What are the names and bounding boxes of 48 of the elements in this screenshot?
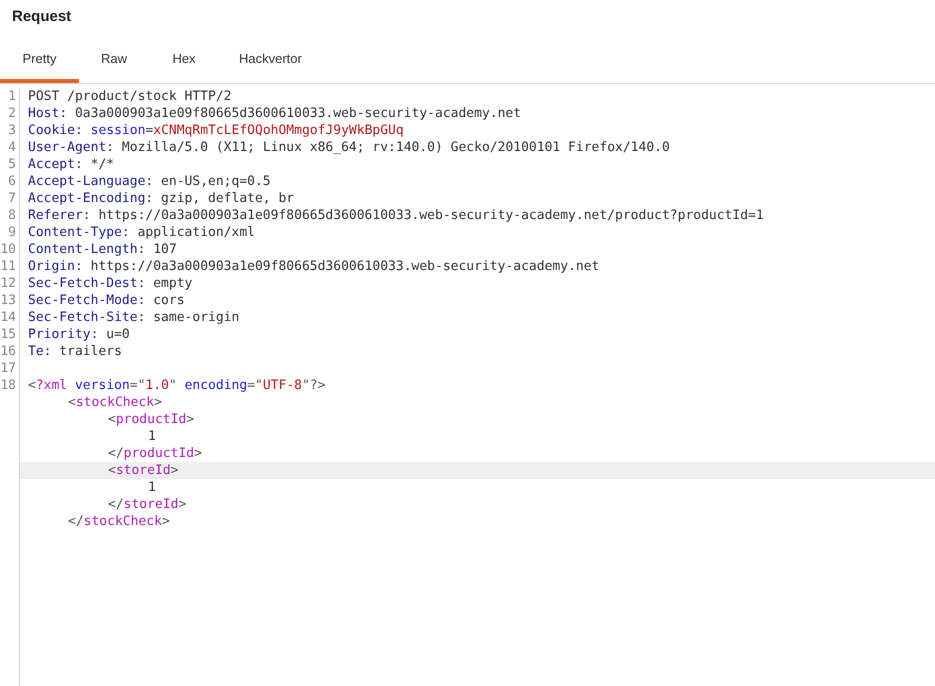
- code-line: </storeId>: [108, 496, 186, 513]
- line-number: 12: [0, 275, 16, 292]
- code-line: </productId>: [108, 445, 202, 462]
- line-number: 8: [8, 207, 16, 224]
- code-line: Sec-Fetch-Mode: cors: [28, 292, 185, 309]
- code-line: POST /product/stock HTTP/2: [28, 88, 232, 105]
- line-number: 2: [8, 105, 16, 122]
- code-line: Te: trailers: [28, 343, 122, 360]
- line-number: 17: [0, 360, 16, 377]
- line-number: 6: [8, 173, 16, 190]
- line-number: 11: [0, 258, 16, 275]
- line-number: 7: [8, 190, 16, 207]
- code-line: </stockCheck>: [68, 513, 170, 530]
- code-line: Content-Length: 107: [28, 241, 177, 258]
- code-line: Referer: https://0a3a000903a1e09f80665d3600610033.web-security-academy.net/product?productId=1: [28, 207, 764, 224]
- line-number: 14: [0, 309, 16, 326]
- line-number: 5: [8, 156, 16, 173]
- code-line: Sec-Fetch-Dest: empty: [28, 275, 192, 292]
- code-line: Host: 0a3a000903a1e09f80665d3600610033.web-security-academy.net: [28, 105, 522, 122]
- code-line: Accept: */*: [28, 156, 114, 173]
- code-line: <storeId>: [108, 462, 178, 479]
- code-line: Accept-Language: en-US,en;q=0.5: [28, 173, 271, 190]
- code-line: <productId>: [108, 411, 194, 428]
- code-line: Cookie: session=xCNMqRmTcLEfOQohOMmgofJ9yWkBpGUq: [28, 122, 404, 139]
- tab[interactable]: Hex: [149, 34, 219, 83]
- line-number: 9: [8, 224, 16, 241]
- line-number: 13: [0, 292, 16, 309]
- code-line: Accept-Encoding: gzip, deflate, br: [28, 190, 294, 207]
- code-line: <stockCheck>: [68, 394, 162, 411]
- code-line: Priority: u=0: [28, 326, 130, 343]
- tab[interactable]: Hackvertor: [219, 34, 322, 83]
- line-number: 16: [0, 343, 16, 360]
- panel-title: Request: [12, 6, 72, 27]
- tab[interactable]: Pretty: [0, 34, 79, 83]
- code-line: User-Agent: Mozilla/5.0 (X11; Linux x86_64; rv:140.0) Gecko/20100101 Firefox/140.0: [28, 139, 670, 156]
- line-number: 3: [8, 122, 16, 139]
- tab[interactable]: Raw: [79, 34, 149, 83]
- line-number: 10: [0, 241, 16, 258]
- line-number: 18: [0, 377, 16, 394]
- code-line: <?xml version="1.0" encoding="UTF-8"?>: [28, 377, 326, 394]
- code-line: Content-Type: application/xml: [28, 224, 255, 241]
- code-line: 1: [148, 479, 156, 496]
- line-number: 15: [0, 326, 16, 343]
- line-number: 1: [8, 88, 16, 105]
- code-line: Origin: https://0a3a000903a1e09f80665d3600610033.web-security-academy.net: [28, 258, 600, 275]
- code-line: Sec-Fetch-Site: same-origin: [28, 309, 240, 326]
- line-number: 4: [8, 139, 16, 156]
- code-line: 1: [148, 428, 156, 445]
